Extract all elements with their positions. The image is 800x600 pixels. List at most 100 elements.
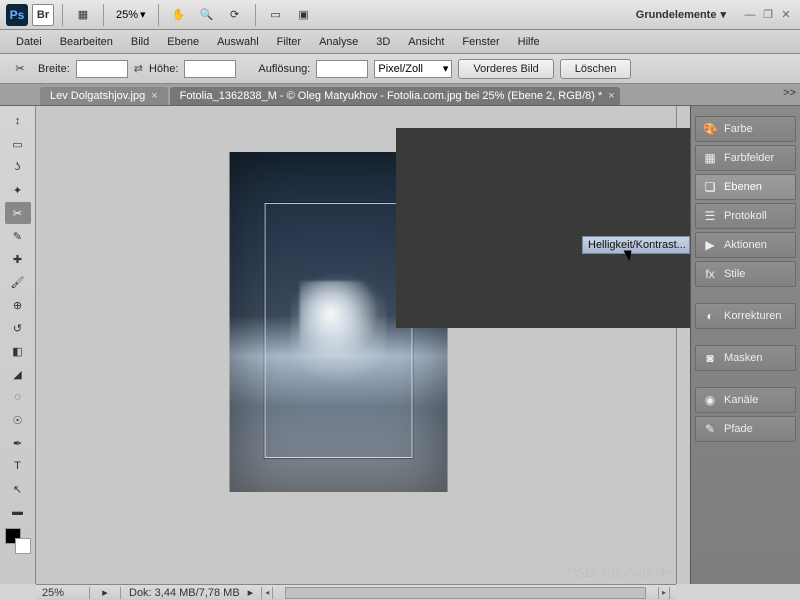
background-color-icon[interactable] [15,538,31,554]
tools-panel: ↕ ▭ ʖ ✦ ✂ ✎ ✚ 🖌 ⊕ ↺ ◧ ◢ ◌ ☉ ✒ T ↖ ▬ [0,106,36,584]
status-flyout-icon[interactable]: ▸ [98,587,112,599]
adjustment-popup-panel[interactable] [396,128,690,328]
zoom-tool-icon[interactable]: 🔍 [195,3,219,27]
horizontal-scrollbar[interactable] [285,587,646,599]
menu-ebene[interactable]: Ebene [159,34,207,50]
move-tool-icon[interactable]: ↕ [5,110,31,132]
scroll-right-icon[interactable]: ▸ [658,587,670,599]
scroll-left-icon[interactable]: ◂ [261,587,273,599]
zoom-level-dropdown[interactable]: 25% ▾ [112,6,150,23]
front-image-button[interactable]: Vorderes Bild [458,59,553,79]
width-label: Breite: [38,63,70,75]
panels-dock: 🎨 Farbe ▦ Farbfelder ❏ Ebenen ☰ Protokol… [690,106,800,584]
lasso-tool-icon[interactable]: ʖ [5,156,31,178]
panel-kanaele[interactable]: ◉ Kanäle [695,387,796,413]
type-tool-icon[interactable]: T [5,455,31,477]
document-tabs: Lev Dolgatshjov.jpg × Fotolia_1362838_M … [0,84,800,106]
chevron-icon[interactable]: ▸ [248,586,254,599]
paths-icon: ✎ [702,421,718,437]
shape-tool-icon[interactable]: ▬ [5,501,31,523]
history-brush-tool-icon[interactable]: ↺ [5,317,31,339]
panel-stile[interactable]: fx Stile [695,261,796,287]
panel-masken[interactable]: ◙ Masken [695,345,796,371]
color-swatches[interactable] [5,528,31,554]
unit-dropdown[interactable]: Pixel/Zoll ▾ [374,60,452,78]
panel-label: Pfade [724,423,753,435]
resolution-input[interactable] [316,60,368,78]
crop-tool-indicator-icon[interactable]: ✂ [8,57,32,81]
menu-datei[interactable]: Datei [8,34,50,50]
menu-item-brightness-contrast[interactable]: Helligkeit/Kontrast... [582,236,690,254]
panel-label: Farbe [724,123,753,135]
menu-analyse[interactable]: Analyse [311,34,366,50]
healing-brush-tool-icon[interactable]: ✚ [5,248,31,270]
menu-ansicht[interactable]: Ansicht [400,34,452,50]
menu-3d[interactable]: 3D [368,34,398,50]
stamp-tool-icon[interactable]: ⊕ [5,294,31,316]
screen-mode-icon[interactable]: ▣ [292,3,316,27]
workspace-dropdown[interactable]: Grundelemente ▾ [628,6,734,23]
panel-label: Ebenen [724,181,762,193]
panel-aktionen[interactable]: ▶ Aktionen [695,232,796,258]
panel-korrekturen[interactable]: ◐ Korrekturen [695,303,796,329]
menu-fenster[interactable]: Fenster [454,34,507,50]
panel-farbfelder[interactable]: ▦ Farbfelder [695,145,796,171]
status-doc-info: Dok: 3,44 MB/7,78 MB [120,587,240,599]
menu-hilfe[interactable]: Hilfe [510,34,548,50]
launch-bridge-icon[interactable]: ▦ [71,3,95,27]
clear-button[interactable]: Löschen [560,59,632,79]
arrange-docs-icon[interactable]: ▭ [264,3,288,27]
document-tab[interactable]: Fotolia_1362838_M - © Oleg Matyukhov - F… [170,87,620,105]
brush-tool-icon[interactable]: 🖌 [5,271,31,293]
pen-tool-icon[interactable]: ✒ [5,432,31,454]
status-zoom-field[interactable]: 25% [42,587,90,599]
menu-bar: Datei Bearbeiten Bild Ebene Auswahl Filt… [0,30,800,54]
crop-selection-rect[interactable] [264,203,412,458]
minimize-button[interactable]: — [742,7,758,23]
close-button[interactable]: ✕ [778,7,794,23]
dodge-tool-icon[interactable]: ☉ [5,409,31,431]
restore-button[interactable]: ❐ [760,7,776,23]
height-label: Höhe: [149,63,178,75]
panel-label: Masken [724,352,763,364]
flyout-label: Helligkeit/Kontrast... [588,239,686,251]
document-tab[interactable]: Lev Dolgatshjov.jpg × [40,87,168,105]
hand-tool-icon[interactable]: ✋ [167,3,191,27]
eraser-tool-icon[interactable]: ◧ [5,340,31,362]
panel-label: Aktionen [724,239,767,251]
tab-title: Fotolia_1362838_M - © Oleg Matyukhov - F… [180,90,603,102]
gradient-tool-icon[interactable]: ◢ [5,363,31,385]
panel-farbe[interactable]: 🎨 Farbe [695,116,796,142]
rotate-view-icon[interactable]: ⟳ [223,3,247,27]
menu-bild[interactable]: Bild [123,34,157,50]
width-input[interactable] [76,60,128,78]
magic-wand-tool-icon[interactable]: ✦ [5,179,31,201]
path-select-tool-icon[interactable]: ↖ [5,478,31,500]
resolution-label: Auflösung: [258,63,310,75]
chevron-down-icon: ▾ [720,8,726,21]
menu-bearbeiten[interactable]: Bearbeiten [52,34,121,50]
menu-filter[interactable]: Filter [269,34,309,50]
swatches-icon: ▦ [702,150,718,166]
unit-value: Pixel/Zoll [378,63,423,75]
blur-tool-icon[interactable]: ◌ [5,386,31,408]
panel-pfade[interactable]: ✎ Pfade [695,416,796,442]
panel-protokoll[interactable]: ☰ Protokoll [695,203,796,229]
panel-ebenen[interactable]: ❏ Ebenen [695,174,796,200]
styles-icon: fx [702,266,718,282]
eyedropper-tool-icon[interactable]: ✎ [5,225,31,247]
tab-title: Lev Dolgatshjov.jpg [50,90,145,102]
panel-label: Stile [724,268,745,280]
close-icon[interactable]: × [151,90,157,102]
swap-dims-icon[interactable]: ⇄ [134,62,143,75]
marquee-tool-icon[interactable]: ▭ [5,133,31,155]
close-icon[interactable]: × [608,90,614,102]
chevron-down-icon: ▾ [443,62,449,75]
bridge-logo-icon[interactable]: Br [32,4,54,26]
menu-auswahl[interactable]: Auswahl [209,34,267,50]
chevron-down-icon: ▾ [140,8,146,21]
app-top-bar: Ps Br ▦ 25% ▾ ✋ 🔍 ⟳ ▭ ▣ Grundelemente ▾ … [0,0,800,30]
tabs-overflow-button[interactable]: >> [783,87,796,99]
height-input[interactable] [184,60,236,78]
crop-tool-icon[interactable]: ✂ [5,202,31,224]
